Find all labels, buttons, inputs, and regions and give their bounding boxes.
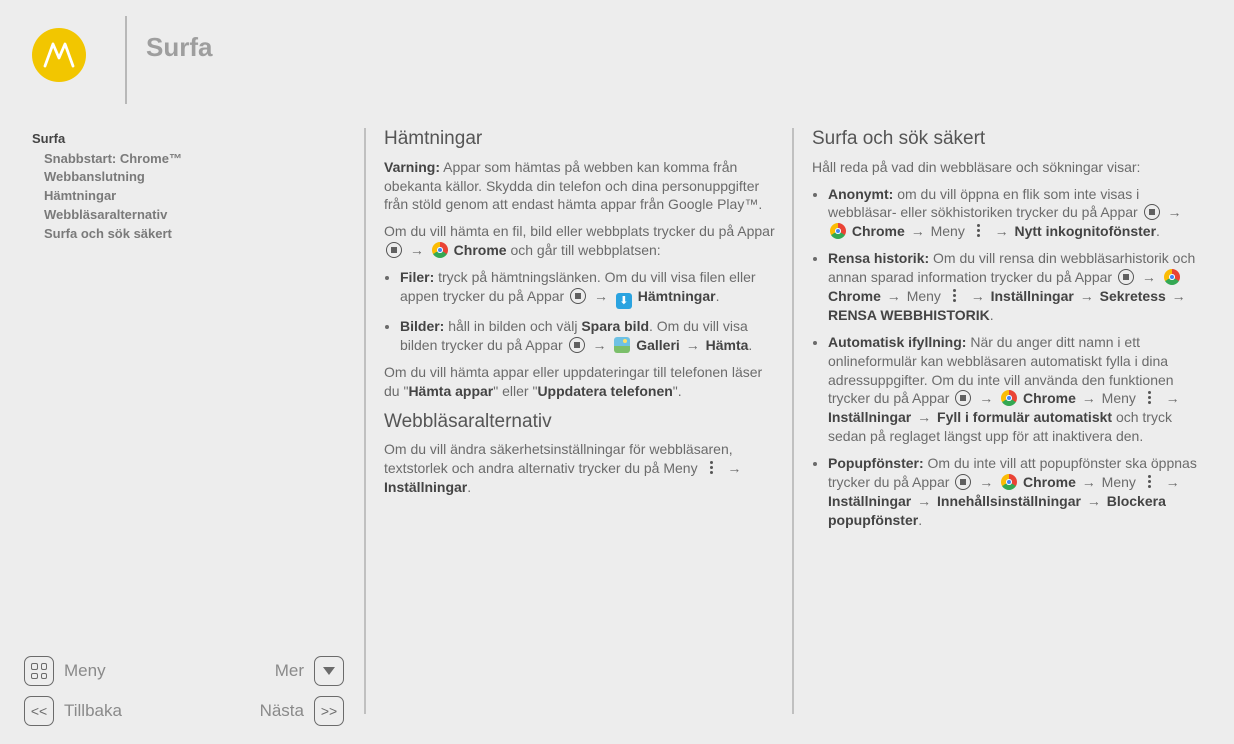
arrow-icon: → [1164,474,1182,490]
list-item-popups: Popupfönster: Om du inte vill att popupf… [828,454,1207,530]
arrow-icon: → [915,493,933,509]
nav-item-connection[interactable]: Webbanslutning [44,168,332,187]
arrow-icon: → [408,242,426,258]
page-title: Surfa [146,30,212,65]
chrome-icon [1164,269,1180,285]
arrow-icon: → [909,223,927,239]
gallery-icon [614,337,630,353]
title-divider [125,16,127,104]
arrow-icon: → [590,337,608,353]
nav-item-downloads[interactable]: Hämtningar [44,187,332,206]
apps-icon [1144,204,1160,220]
arrow-icon: → [915,409,933,425]
chrome-icon [1001,474,1017,490]
arrow-icon: → [1140,269,1158,285]
chrome-icon [432,242,448,258]
heading-safe-browse: Surfa och sök säkert [812,126,1207,152]
arrow-icon: → [684,337,702,353]
download-icon: ⬇ [616,293,632,309]
browser-options-paragraph: Om du vill ändra säkerhetsinställningar … [384,440,779,497]
page: Surfa Surfa Snabbstart: Chrome™ Webbansl… [0,0,1234,744]
warning-label: Varning: [384,159,440,175]
apps-icon [569,337,585,353]
apps-icon [955,390,971,406]
arrow-icon: → [977,390,995,406]
arrow-icon: → [885,288,903,304]
content-column-2: Surfa och sök säkert Håll reda på vad di… [812,124,1207,538]
section-nav: Surfa Snabbstart: Chrome™ Webbanslutning… [32,130,332,244]
menu-dots-icon [971,223,987,239]
download-list: Filer: tryck på hämtningslänken. Om du v… [384,268,779,355]
arrow-icon: → [1080,390,1098,406]
footer-nav: Meny Mer << Tillbaka Nästa >> [24,646,344,726]
more-label: Mer [275,660,304,683]
next-button[interactable]: >> [314,696,344,726]
download-apps-paragraph: Om du vill hämta appar eller uppdatering… [384,363,779,401]
list-item-anonymous: Anonymt: om du vill öppna en flik som in… [828,185,1207,242]
list-item-files: Filer: tryck på hämtningslänken. Om du v… [400,268,779,309]
arrow-icon: → [1165,204,1183,220]
arrow-icon: → [969,288,987,304]
warning-paragraph: Varning: Appar som hämtas på webben kan … [384,158,779,215]
arrow-icon: → [977,474,995,490]
list-item-images: Bilder: håll in bilden och välj Spara bi… [400,317,779,355]
nav-heading: Surfa [32,130,332,148]
menu-label: Meny [64,660,106,683]
chrome-icon [1001,390,1017,406]
apps-icon [386,242,402,258]
apps-icon [955,474,971,490]
list-item-clear-history: Rensa historik: Om du vill rensa din web… [828,249,1207,325]
content-column-1: Hämtningar Varning: Appar som hämtas på … [384,124,779,505]
heading-downloads: Hämtningar [384,126,779,152]
arrow-icon: → [1078,288,1096,304]
grid-icon [31,663,47,679]
arrow-icon: → [592,288,610,304]
menu-dots-icon [703,460,719,476]
chrome-icon [830,223,846,239]
apps-icon [1118,269,1134,285]
list-item-autofill: Automatisk ifyllning: När du anger ditt … [828,333,1207,446]
nav-item-safe-browse[interactable]: Surfa och sök säkert [44,225,332,244]
motorola-m-icon [42,38,76,72]
nav-item-browser-options[interactable]: Webbläsaralternativ [44,206,332,225]
column-divider-2 [792,128,794,714]
menu-button[interactable] [24,656,54,686]
arrow-icon: → [1170,288,1188,304]
brand-logo [32,28,86,82]
next-label: Nästa [260,700,304,723]
menu-dots-icon [947,288,963,304]
more-button[interactable] [314,656,344,686]
download-intro-paragraph: Om du vill hämta en fil, bild eller webb… [384,222,779,260]
menu-dots-icon [1142,390,1158,406]
nav-item-quickstart[interactable]: Snabbstart: Chrome™ [44,150,332,169]
safe-list: Anonymt: om du vill öppna en flik som in… [812,185,1207,530]
arrow-icon: → [725,460,743,476]
column-divider-1 [364,128,366,714]
apps-icon [570,288,586,304]
back-label: Tillbaka [64,700,122,723]
chevron-down-icon [323,667,335,675]
heading-browser-options: Webbläsaralternativ [384,409,779,435]
back-button[interactable]: << [24,696,54,726]
arrow-icon: → [1085,493,1103,509]
arrow-icon: → [1164,390,1182,406]
safe-intro: Håll reda på vad din webbläsare och sökn… [812,158,1207,177]
arrow-icon: → [1080,474,1098,490]
menu-dots-icon [1142,474,1158,490]
arrow-icon: → [993,223,1011,239]
